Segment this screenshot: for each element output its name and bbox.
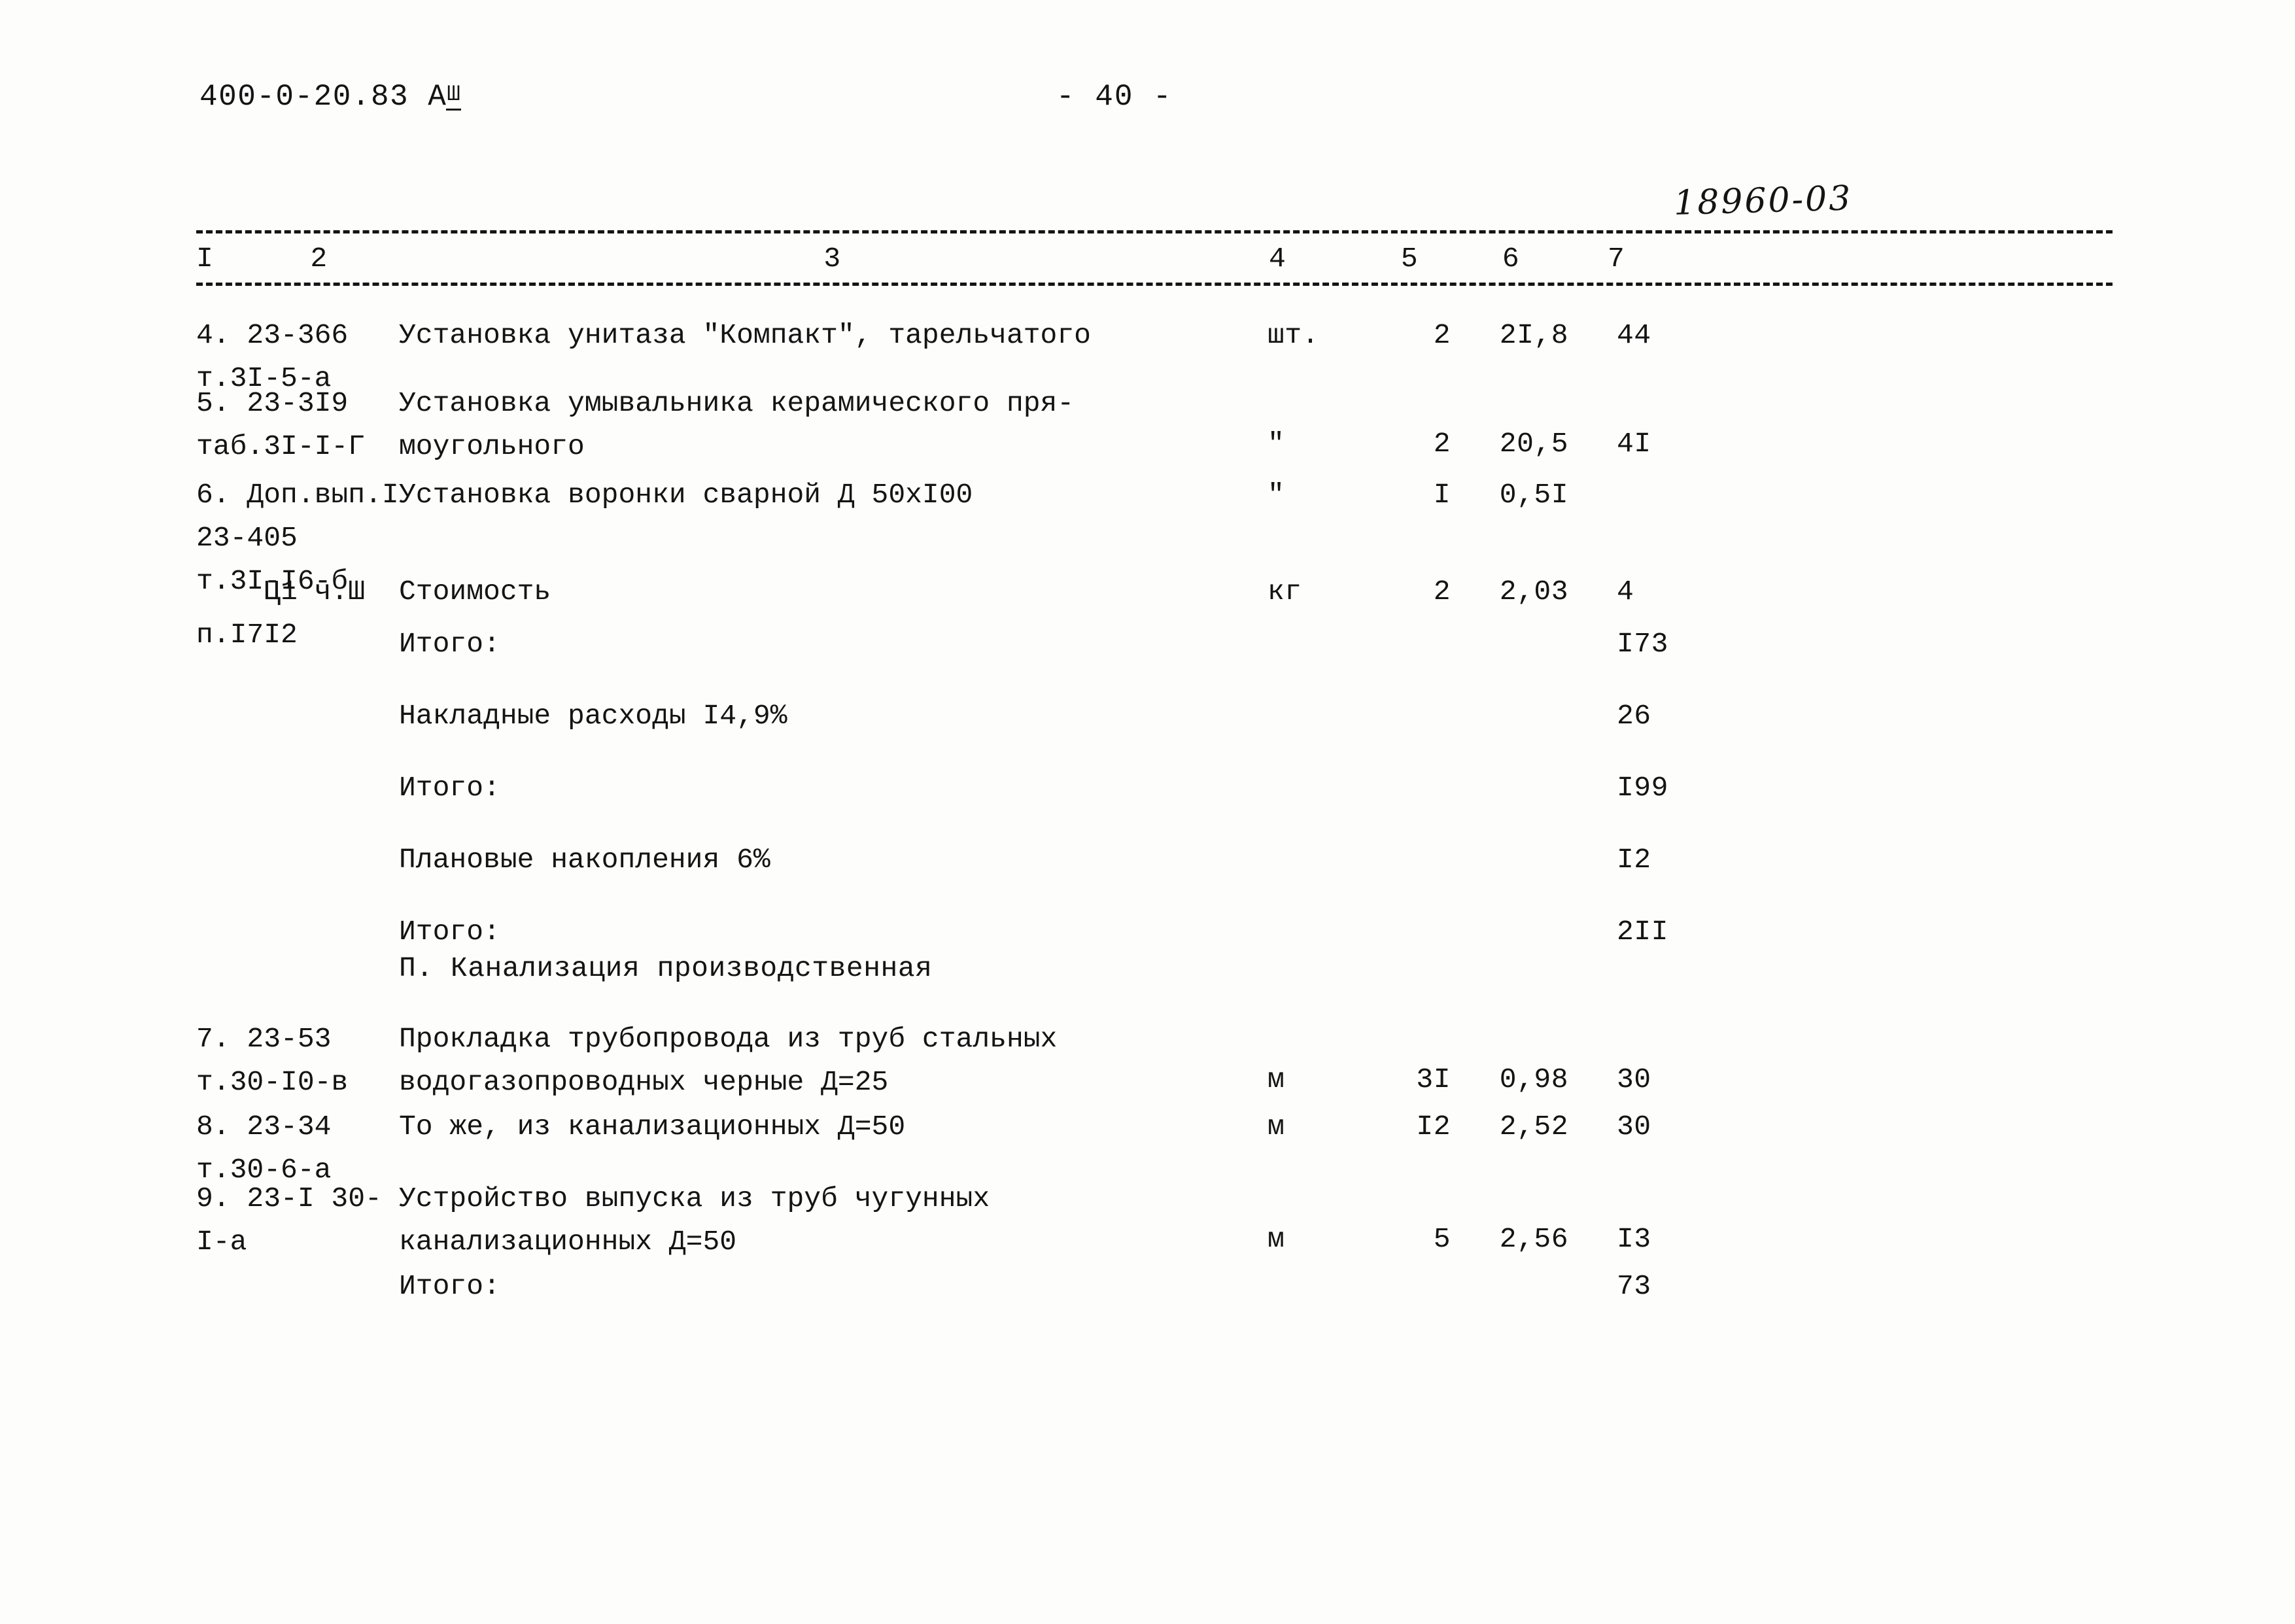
column-header-5: 5	[1400, 243, 1419, 275]
row-total: 4	[1617, 576, 1634, 608]
row-unit-price: 2I,8	[1499, 319, 1568, 351]
document-code-text: 400-0-20.83 А	[199, 80, 447, 114]
row-reference	[196, 695, 399, 738]
row-unit-price: 0,5I	[1499, 479, 1568, 511]
row-reference	[196, 838, 399, 882]
column-header-7: 7	[1608, 243, 1625, 275]
row-total: I73	[1617, 628, 1668, 660]
document-code-roman: Ш	[446, 82, 462, 111]
handwritten-annotation: 18960-03	[1673, 179, 1854, 223]
row-unit-price: 20,5	[1499, 428, 1568, 460]
row-total: 73	[1617, 1270, 1651, 1302]
row-description: Итого:	[399, 772, 500, 804]
row-total: 30	[1617, 1063, 1651, 1096]
table-header-row: I 2 3 4 5 6 7	[196, 239, 2132, 279]
document-page: 400-0-20.83 АШ - 40 - 18960-03 I 2 3 4 5…	[0, 0, 2295, 1624]
row-quantity: I	[1433, 479, 1451, 511]
row-total: 26	[1617, 700, 1651, 732]
table-row: 5. 23-3I9 таб.3I-I-Г Установка умывальник…	[196, 382, 2132, 468]
row-unit-price: 0,98	[1499, 1063, 1568, 1096]
row-unit: м	[1268, 1223, 1285, 1255]
row-reference	[196, 623, 399, 666]
section-heading: П. Канализация производственная	[399, 952, 933, 984]
row-unit: шт.	[1268, 319, 1319, 351]
document-code: 400-0-20.83 АШ	[199, 80, 462, 114]
row-reference	[196, 1265, 399, 1308]
column-header-6: 6	[1502, 243, 1520, 275]
row-unit: м	[1268, 1111, 1285, 1143]
row-description: Устройство выпуска из труб чугунных кана…	[399, 1183, 990, 1258]
row-description: Итого:	[399, 628, 500, 660]
row-reference: 5. 23-3I9 таб.3I-I-Г	[196, 387, 366, 462]
row-total: 30	[1617, 1111, 1651, 1143]
row-unit-price: 2,56	[1499, 1223, 1568, 1255]
column-header-3: 3	[823, 243, 841, 275]
row-reference: 7. 23-53 т.30-I0-в	[196, 1023, 349, 1098]
page-number: - 40 -	[1056, 80, 1173, 114]
row-reference: 9. 23-I 30-I-а	[196, 1183, 382, 1258]
row-unit: м	[1268, 1063, 1285, 1096]
table-rule-bottom	[196, 283, 2113, 286]
row-unit: "	[1268, 479, 1285, 511]
row-unit: кг	[1268, 576, 1302, 608]
column-header-4: 4	[1269, 243, 1286, 275]
row-total: I2	[1617, 844, 1651, 876]
row-total: I99	[1617, 772, 1668, 804]
table-row: 7. 23-53 т.30-I0-в Прокладка трубопровода…	[196, 1018, 2132, 1104]
row-description: Установка умывальника керамического пря-…	[399, 387, 1075, 462]
row-total: I3	[1617, 1223, 1651, 1255]
column-header-2: 2	[310, 243, 328, 275]
table-row: 9. 23-I 30-I-а Устройство выпуска из труб…	[196, 1177, 2132, 1264]
row-description: Итого:	[399, 1270, 500, 1302]
row-unit-price: 2,03	[1499, 576, 1568, 608]
table-summary-row: Итого: I73	[196, 623, 2132, 666]
table-summary-row: Итого: 73	[196, 1265, 2132, 1308]
row-total: 4I	[1617, 428, 1651, 460]
row-description: Прокладка трубопровода из труб стальных …	[399, 1023, 1058, 1098]
row-quantity: 2	[1433, 319, 1451, 351]
row-quantity: I2	[1416, 1111, 1451, 1143]
row-quantity: 2	[1433, 576, 1451, 608]
row-quantity: 2	[1433, 428, 1451, 460]
row-quantity: 3I	[1416, 1063, 1451, 1096]
row-reference	[196, 947, 399, 990]
table-summary-row: Накладные расходы I4,9% 26	[196, 695, 2132, 738]
row-description: Накладные расходы I4,9%	[399, 700, 787, 732]
table-summary-row: Итого: I99	[196, 767, 2132, 810]
table-section-row: П. Канализация производственная	[196, 947, 2132, 990]
table-summary-row: Плановые накопления 6% I2	[196, 838, 2132, 882]
table-rule-top	[196, 230, 2113, 233]
row-total: 44	[1617, 319, 1651, 351]
column-header-1: I	[196, 243, 214, 275]
row-quantity: 5	[1433, 1223, 1451, 1255]
row-unit: "	[1268, 428, 1285, 460]
row-unit-price: 2,52	[1499, 1111, 1568, 1143]
row-reference	[196, 767, 399, 810]
row-description: Плановые накопления 6%	[399, 844, 770, 876]
